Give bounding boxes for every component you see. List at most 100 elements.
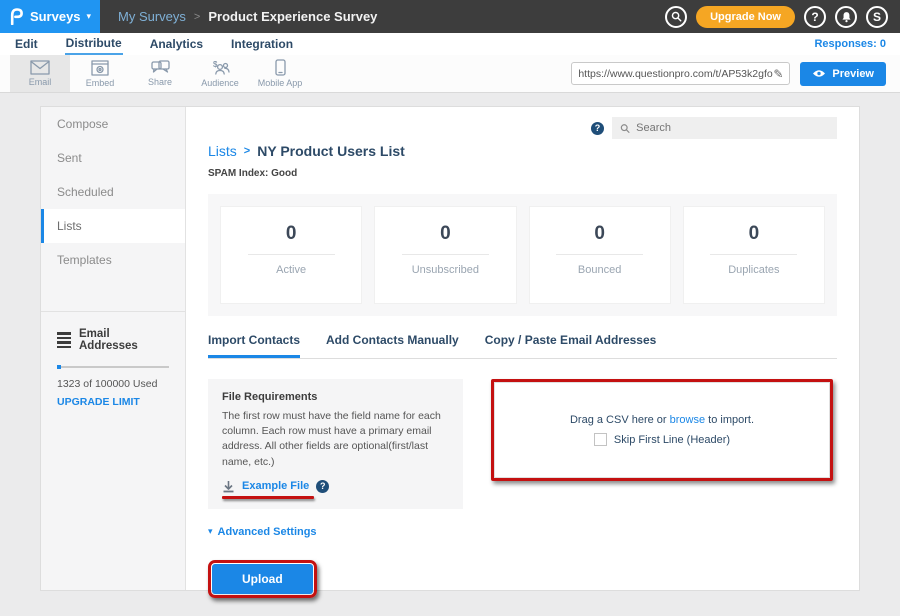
stat-value: 0 xyxy=(440,223,451,245)
product-switcher[interactable]: Surveys ▾ xyxy=(0,0,100,33)
channel-label: Email xyxy=(29,77,52,87)
top-navbar: Surveys ▾ My Surveys > Product Experienc… xyxy=(0,0,900,33)
tab-import-contacts[interactable]: Import Contacts xyxy=(208,333,300,358)
skip-first-line-checkbox[interactable] xyxy=(594,433,607,446)
breadcrumb-survey-title: Product Experience Survey xyxy=(208,9,377,24)
audience-people-icon: $ xyxy=(210,60,230,76)
survey-url-field: ✎ xyxy=(571,62,790,85)
list-breadcrumb: Lists > NY Product Users List xyxy=(208,143,837,159)
channel-label: Mobile App xyxy=(258,78,303,88)
contact-search-box xyxy=(612,117,837,139)
annotation-box-upload: Upload xyxy=(208,560,317,598)
avatar[interactable]: S xyxy=(866,6,888,28)
spam-index: SPAM Index: Good xyxy=(208,168,837,179)
usage-text: 1323 of 100000 Used xyxy=(57,378,169,390)
channel-label: Share xyxy=(148,77,172,87)
stat-label: Active xyxy=(276,264,306,276)
breadcrumb-lists-link[interactable]: Lists xyxy=(208,143,237,159)
notifications-button[interactable] xyxy=(835,6,857,28)
responses-count-link[interactable]: Responses: 0 xyxy=(814,38,886,50)
channel-share[interactable]: Share xyxy=(130,55,190,92)
stat-label: Unsubscribed xyxy=(412,264,479,276)
page-body: Compose Sent Scheduled Lists Templates E… xyxy=(0,93,900,591)
help-icon[interactable]: ? xyxy=(591,122,604,135)
download-icon xyxy=(222,480,235,493)
channel-audience[interactable]: $ Audience xyxy=(190,55,250,92)
example-file-row[interactable]: Example File ? xyxy=(222,480,329,493)
channel-email[interactable]: Email xyxy=(10,55,70,92)
example-file-link[interactable]: Example File xyxy=(242,480,309,492)
caret-down-icon: ▾ xyxy=(208,526,213,537)
toolbar-actions: ✎ Preview xyxy=(571,55,900,92)
upgrade-now-button[interactable]: Upgrade Now xyxy=(696,6,795,28)
browse-link[interactable]: browse xyxy=(670,414,705,426)
channel-embed[interactable]: Embed xyxy=(70,55,130,92)
lists-panel: Compose Sent Scheduled Lists Templates E… xyxy=(40,106,860,591)
list-detail-main: ? Lists > NY Product Users List SPAM Ind… xyxy=(186,107,859,590)
stat-divider xyxy=(710,254,797,255)
survey-section-nav: Edit Distribute Analytics Integration Re… xyxy=(0,33,900,55)
tab-add-contacts-manually[interactable]: Add Contacts Manually xyxy=(326,333,459,358)
sidebar-item-templates[interactable]: Templates xyxy=(41,243,185,277)
search-button[interactable] xyxy=(665,6,687,28)
tab-edit[interactable]: Edit xyxy=(14,35,39,54)
search-input[interactable] xyxy=(636,122,829,134)
distribute-channel-toolbar: Email Embed Share $ Audience xyxy=(0,55,900,93)
tab-analytics[interactable]: Analytics xyxy=(149,35,204,54)
contacts-tabs: Import Contacts Add Contacts Manually Co… xyxy=(208,333,837,359)
list-stats-strip: 0 Active 0 Unsubscribed 0 Bounced 0 xyxy=(208,194,837,316)
topbar-actions: Upgrade Now ? S xyxy=(665,6,900,28)
embed-window-icon xyxy=(91,60,109,76)
stat-value: 0 xyxy=(594,223,605,245)
stat-card-unsubscribed: 0 Unsubscribed xyxy=(374,206,516,304)
share-bubbles-icon xyxy=(151,60,170,75)
chevron-right-icon: > xyxy=(244,145,250,157)
example-file-help-icon[interactable]: ? xyxy=(316,480,329,493)
advanced-settings-toggle[interactable]: ▾ Advanced Settings xyxy=(208,526,317,538)
drop-text-suffix: to import. xyxy=(708,414,754,426)
edit-url-pencil-icon[interactable]: ✎ xyxy=(773,67,783,81)
sidebar-item-compose[interactable]: Compose xyxy=(41,107,185,141)
upgrade-limit-link[interactable]: UPGRADE LIMIT xyxy=(57,396,169,408)
tab-distribute[interactable]: Distribute xyxy=(65,34,123,55)
stat-label: Bounced xyxy=(578,264,621,276)
tab-integration[interactable]: Integration xyxy=(230,35,294,54)
sidebar-item-lists[interactable]: Lists xyxy=(41,209,185,243)
drop-text-prefix: Drag a CSV here or xyxy=(570,414,667,426)
email-sidebar: Compose Sent Scheduled Lists Templates E… xyxy=(41,107,186,590)
import-contacts-section: File Requirements The first row must hav… xyxy=(208,379,837,509)
preview-label: Preview xyxy=(832,68,874,80)
envelope-icon xyxy=(30,60,50,75)
tab-copy-paste-email-addresses[interactable]: Copy / Paste Email Addresses xyxy=(485,333,657,358)
survey-url-input[interactable] xyxy=(578,68,773,80)
product-menu-label: Surveys xyxy=(30,9,81,24)
preview-button[interactable]: Preview xyxy=(800,62,886,86)
csv-dropzone[interactable]: Drag a CSV here or browse to import. Ski… xyxy=(494,382,830,478)
sidebar-item-sent[interactable]: Sent xyxy=(41,141,185,175)
stat-value: 0 xyxy=(286,223,297,245)
sidebar-item-scheduled[interactable]: Scheduled xyxy=(41,175,185,209)
file-requirements-title: File Requirements xyxy=(222,391,449,403)
annotation-underline-example-file xyxy=(222,496,314,499)
upload-button[interactable]: Upload xyxy=(212,564,313,594)
stat-divider xyxy=(556,254,643,255)
breadcrumb-list-name: NY Product Users List xyxy=(257,143,405,159)
stat-card-duplicates: 0 Duplicates xyxy=(683,206,825,304)
advanced-settings-label: Advanced Settings xyxy=(218,526,317,538)
list-lines-icon xyxy=(57,332,71,348)
search-row: ? xyxy=(208,117,837,139)
questionpro-logo-icon xyxy=(9,8,24,25)
help-button[interactable]: ? xyxy=(804,6,826,28)
breadcrumb-my-surveys[interactable]: My Surveys xyxy=(118,9,186,24)
channel-mobile-app[interactable]: Mobile App xyxy=(250,55,310,92)
stat-divider xyxy=(402,254,489,255)
usage-progress-fill xyxy=(57,365,61,369)
bell-icon xyxy=(841,11,852,23)
usage-progress-bar xyxy=(57,366,169,368)
search-icon xyxy=(620,123,630,134)
channel-label: Audience xyxy=(201,78,239,88)
stat-label: Duplicates xyxy=(728,264,779,276)
eye-icon xyxy=(812,69,826,78)
skip-first-line-label: Skip First Line (Header) xyxy=(614,434,730,446)
stat-divider xyxy=(248,254,335,255)
